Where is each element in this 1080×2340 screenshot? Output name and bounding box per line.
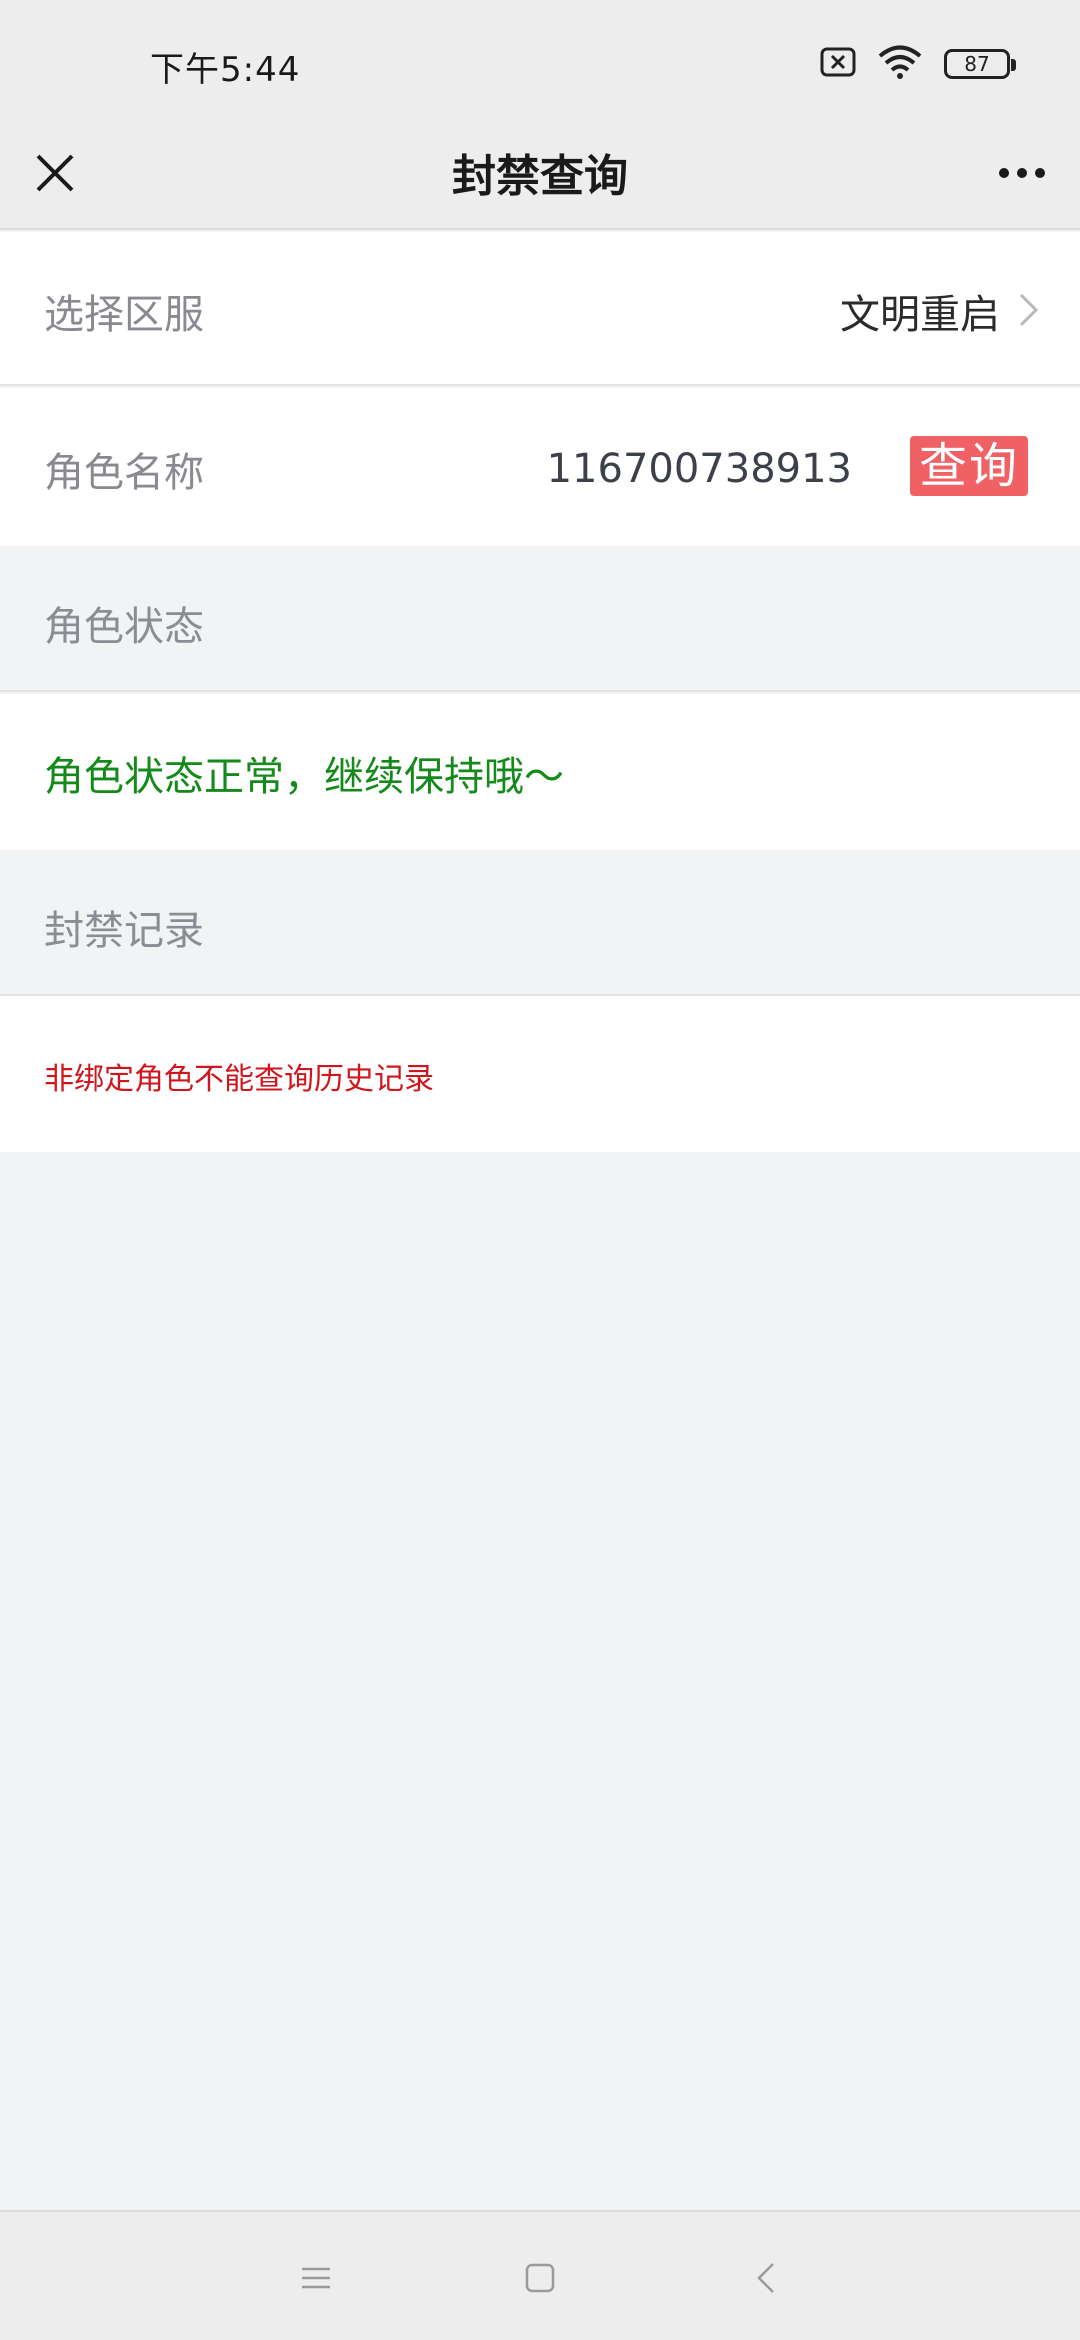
status-bar: 下午5:44 87 — [0, 0, 1080, 130]
battery-icon: 87 — [944, 49, 1016, 79]
ban-record-message: 非绑定角色不能查询历史记录 — [44, 1062, 434, 1097]
menu-button[interactable] — [296, 2258, 336, 2298]
home-icon — [525, 2263, 555, 2293]
system-nav-bar — [0, 2210, 1080, 2340]
chevron-right-icon — [1019, 293, 1039, 327]
role-name-row: 角色名称 116700738913 查询 — [0, 388, 1080, 546]
home-button[interactable] — [520, 2258, 560, 2298]
role-status-message: 角色状态正常，继续保持哦～ — [44, 754, 564, 800]
query-button[interactable]: 查询 — [910, 436, 1028, 496]
wifi-icon — [878, 45, 922, 83]
server-select-row[interactable]: 选择区服 文明重启 — [0, 232, 1080, 386]
more-button[interactable] — [992, 146, 1052, 200]
back-icon — [757, 2263, 774, 2293]
back-button[interactable] — [746, 2258, 786, 2298]
role-status-header: 角色状态 — [0, 546, 1080, 692]
sim-off-icon — [820, 47, 856, 81]
ban-record-header: 封禁记录 — [0, 850, 1080, 996]
more-icon — [999, 168, 1009, 178]
role-label: 角色名称 — [44, 450, 204, 496]
more-icon-dot — [1035, 168, 1045, 178]
page-title: 封禁查询 — [452, 151, 628, 202]
ban-record-title: 封禁记录 — [44, 908, 204, 954]
status-icons: 87 — [820, 45, 1016, 83]
ban-record-row: 非绑定角色不能查询历史记录 — [0, 996, 1080, 1152]
status-time: 下午5:44 — [150, 50, 301, 90]
nav-bar: 封禁查询 — [0, 130, 1080, 230]
menu-icon — [302, 2267, 330, 2289]
server-label: 选择区服 — [44, 292, 204, 338]
role-name-field[interactable]: 116700738913 — [547, 446, 852, 492]
role-status-title: 角色状态 — [44, 604, 204, 650]
role-status-row: 角色状态正常，继续保持哦～ — [0, 694, 1080, 850]
server-value: 文明重启 — [840, 292, 1000, 338]
more-icon-dot — [1017, 168, 1027, 178]
